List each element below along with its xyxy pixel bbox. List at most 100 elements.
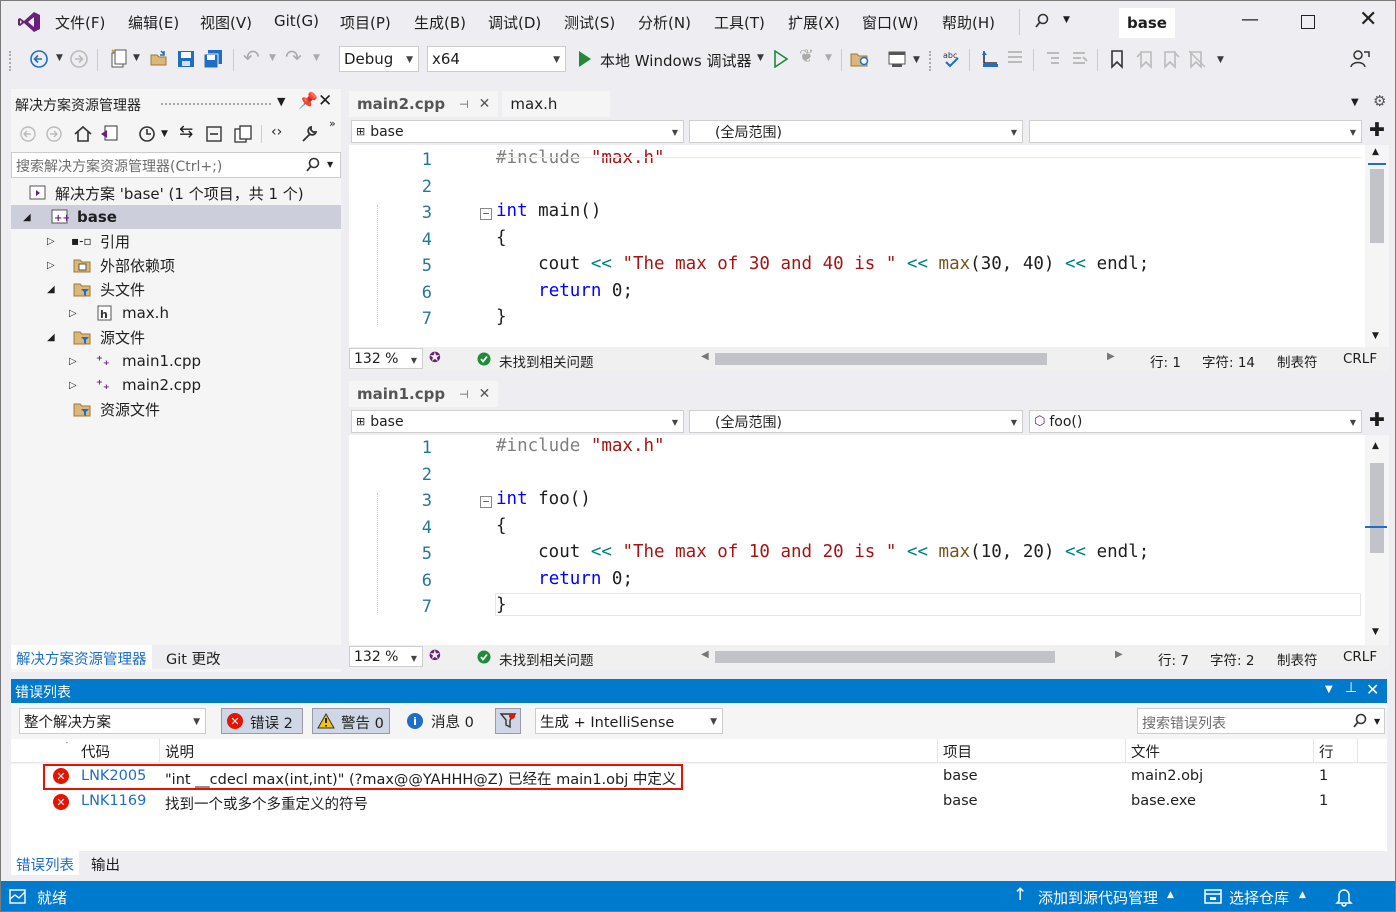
- scroll-right-icon[interactable]: ▶: [1107, 351, 1115, 362]
- char-indicator[interactable]: 字符: 14: [1202, 351, 1255, 371]
- scroll-up-icon[interactable]: ▲: [1372, 147, 1379, 157]
- issues-text[interactable]: 未找到相关问题: [499, 649, 594, 669]
- expanded-triangle-icon[interactable]: ◢: [23, 212, 31, 223]
- code-line[interactable]: #include "max.h": [496, 436, 665, 456]
- scrollbar-thumb[interactable]: [1370, 169, 1384, 243]
- properties-wrench-icon[interactable]: [299, 124, 319, 144]
- maximize-button[interactable]: [1301, 15, 1315, 29]
- column-code[interactable]: 代码: [81, 741, 110, 762]
- redo-dropdown-icon[interactable]: ▼: [313, 53, 320, 63]
- notification-bell-icon[interactable]: [1335, 887, 1353, 907]
- tab-solution-explorer[interactable]: 解决方案资源管理器: [11, 645, 152, 669]
- show-all-files-icon[interactable]: [233, 124, 253, 144]
- collapsed-triangle-icon[interactable]: ▷: [69, 356, 77, 367]
- menu-test[interactable]: 测试(S): [564, 12, 615, 33]
- forward-icon[interactable]: [45, 125, 63, 143]
- split-window-icon[interactable]: ✚: [1369, 409, 1385, 431]
- project-dropdown[interactable]: ⊞ base ▼: [351, 410, 684, 433]
- collapse-outlining-icon[interactable]: −: [480, 208, 492, 220]
- table-row[interactable]: ✕ LNK1169 找到一个或多个多重定义的符号 base base.exe 1: [11, 790, 1387, 816]
- menu-view[interactable]: 视图(V): [200, 12, 252, 33]
- new-dropdown-icon[interactable]: ▼: [133, 53, 140, 63]
- tree-item-main1-cpp[interactable]: ▷ ⁺₊ main1.cpp: [11, 349, 341, 373]
- code-editor-main2[interactable]: 1 #include "max.h" 2 3 − int main() 4 {5 cout <…: [349, 145, 1365, 347]
- window-position-dropdown-icon[interactable]: ▼: [277, 95, 285, 108]
- error-list-search-box[interactable]: 搜索错误列表 ▼: [1137, 708, 1385, 734]
- menu-edit[interactable]: 编辑(E): [128, 12, 179, 33]
- spell-check-icon[interactable]: abc: [941, 49, 963, 69]
- code-editor-main1[interactable]: 1 #include "max.h" 2 3 − int foo() 4 {5 cout <<…: [349, 435, 1365, 645]
- redo-icon[interactable]: ↷: [285, 45, 302, 69]
- collapse-all-icon[interactable]: [205, 125, 223, 143]
- code-line[interactable]: }: [496, 307, 507, 327]
- home-icon[interactable]: [73, 124, 93, 144]
- menu-analyze[interactable]: 分析(N): [638, 12, 691, 33]
- menu-file[interactable]: 文件(F): [55, 12, 105, 33]
- code-line[interactable]: return 0;: [496, 281, 633, 301]
- column-file[interactable]: 文件: [1131, 741, 1160, 762]
- switch-views-icon[interactable]: [99, 124, 121, 144]
- scroll-right-icon[interactable]: ▶: [1115, 649, 1123, 660]
- search-icon[interactable]: [1034, 13, 1050, 29]
- tab-git-changes[interactable]: Git 更改: [166, 648, 221, 669]
- vertical-scrollbar[interactable]: ▲ ▼: [1365, 435, 1389, 645]
- settings-gear-icon[interactable]: ⚙: [1373, 92, 1386, 110]
- chevron-up-icon[interactable]: ▲: [1167, 890, 1174, 900]
- code-line[interactable]: #include "max.h": [496, 148, 665, 168]
- member-dropdown[interactable]: ⬡ foo() ▼: [1029, 410, 1362, 433]
- code-line[interactable]: return 0;: [496, 569, 633, 589]
- tree-item-solution[interactable]: 解决方案 'base' (1 个项目，共 1 个): [11, 181, 341, 205]
- scroll-down-icon[interactable]: ▼: [1372, 331, 1379, 341]
- comment-lines-icon[interactable]: [1043, 49, 1065, 69]
- tree-item-header-files[interactable]: ◢ 头文件: [11, 277, 341, 301]
- split-window-icon[interactable]: ✚: [1369, 119, 1385, 141]
- window-position-dropdown-icon[interactable]: ▼: [1325, 684, 1333, 695]
- tabs-indicator[interactable]: 制表符: [1277, 649, 1318, 669]
- previous-bookmark-icon[interactable]: [1135, 49, 1155, 69]
- tab-error-list[interactable]: 错误列表: [11, 851, 79, 875]
- start-debugging-button[interactable]: 本地 Windows 调试器: [600, 50, 752, 71]
- solution-platforms-icon[interactable]: [887, 49, 909, 69]
- tree-item-project-base[interactable]: ◢ ++ base: [11, 205, 341, 229]
- scroll-left-icon[interactable]: ◀: [701, 351, 709, 362]
- column-line[interactable]: 行: [1319, 741, 1334, 762]
- tree-item-resource-files[interactable]: 资源文件: [11, 397, 341, 421]
- project-dropdown[interactable]: ⊞ base ▼: [351, 120, 684, 143]
- scope-dropdown[interactable]: (全局范围) ▼: [689, 120, 1023, 143]
- code-line[interactable]: cout << "The max of 30 and 40 is " << ma…: [496, 254, 1149, 274]
- undo-dropdown-icon[interactable]: ▼: [269, 53, 276, 63]
- code-line[interactable]: {: [496, 228, 507, 248]
- char-indicator[interactable]: 字符: 2: [1210, 649, 1254, 669]
- scroll-up-icon[interactable]: ▲: [1372, 441, 1379, 451]
- step-into-specific-icon[interactable]: [979, 49, 1001, 69]
- next-bookmark-icon[interactable]: [1161, 49, 1181, 69]
- find-in-files-icon[interactable]: [850, 49, 872, 69]
- scope-dropdown[interactable]: (全局范围) ▼: [689, 410, 1023, 433]
- scroll-down-icon[interactable]: ▼: [1372, 627, 1379, 637]
- search-icon[interactable]: [1352, 713, 1368, 729]
- pin-icon[interactable]: ⊣: [459, 98, 469, 111]
- menu-debug[interactable]: 调试(D): [488, 12, 541, 33]
- search-dropdown-icon[interactable]: ▼: [1063, 15, 1070, 25]
- scroll-left-icon[interactable]: ◀: [701, 649, 709, 660]
- eol-indicator[interactable]: CRLF: [1343, 649, 1377, 665]
- collapsed-triangle-icon[interactable]: ▷: [69, 380, 77, 391]
- collapsed-triangle-icon[interactable]: ▷: [69, 308, 77, 319]
- start-debugging-icon[interactable]: [577, 50, 593, 68]
- solution-platform-select[interactable]: x64 ▼: [427, 46, 566, 72]
- solution-configuration-select[interactable]: Debug ▼: [339, 46, 419, 72]
- tree-item-main2-cpp[interactable]: ▷ ⁺₊ main2.cpp: [11, 373, 341, 397]
- save-icon[interactable]: [176, 49, 196, 69]
- menu-extensions[interactable]: 扩展(X): [788, 12, 840, 33]
- pending-changes-filter-icon[interactable]: [137, 124, 157, 144]
- new-project-icon[interactable]: [109, 48, 129, 70]
- menu-build[interactable]: 生成(B): [414, 12, 466, 33]
- toolbar-overflow-icon[interactable]: ▼: [1217, 55, 1224, 65]
- column-description[interactable]: 说明: [165, 741, 194, 762]
- panel-close-icon[interactable]: ✕: [318, 91, 332, 111]
- member-dropdown[interactable]: ▼: [1029, 120, 1362, 143]
- close-button[interactable]: ✕: [1359, 7, 1377, 32]
- intellicode-icon[interactable]: ✪: [429, 648, 441, 664]
- uncomment-lines-icon[interactable]: [1069, 49, 1091, 69]
- tree-item-source-files[interactable]: ◢ 源文件: [11, 325, 341, 349]
